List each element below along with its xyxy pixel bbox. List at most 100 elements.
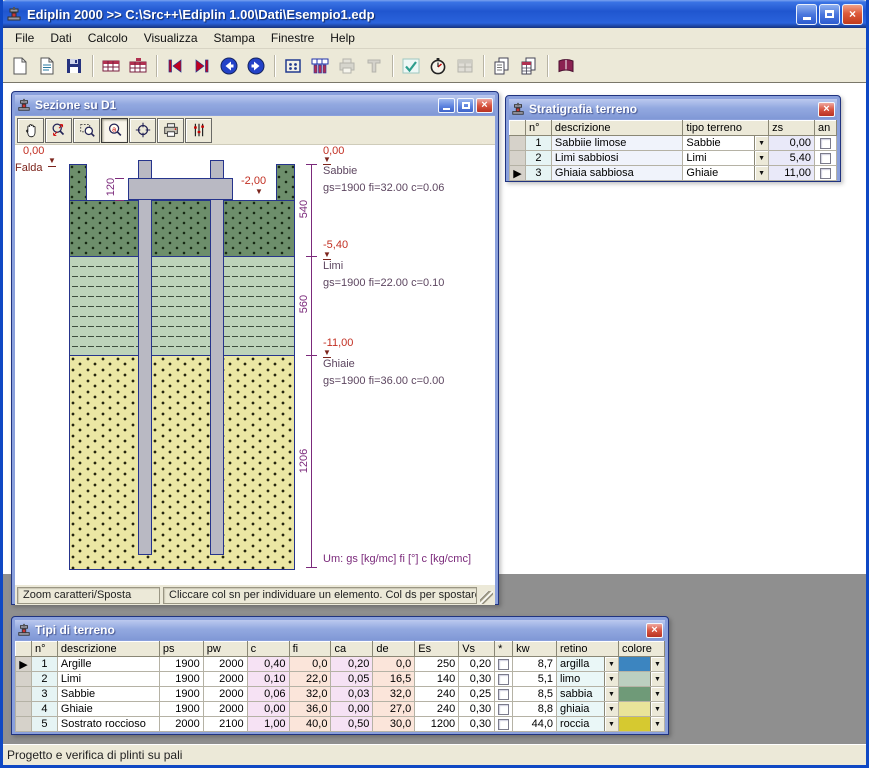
help-button[interactable]: [553, 53, 579, 79]
sezione-maximize-button[interactable]: [457, 98, 474, 113]
cell-Es[interactable]: 140: [415, 672, 459, 687]
cell-ca[interactable]: 0,00: [331, 702, 373, 717]
verifica-button[interactable]: [398, 53, 424, 79]
cell-colore[interactable]: ▼: [618, 687, 664, 702]
cell-descrizione[interactable]: Ghiaie: [57, 702, 159, 717]
cell-kw[interactable]: 8,8: [513, 702, 557, 717]
cell-colore[interactable]: ▼: [618, 717, 664, 732]
stampa-button[interactable]: [334, 53, 360, 79]
tool-zoom-finestra[interactable]: [73, 118, 100, 143]
dropdown-button[interactable]: ▼: [754, 136, 768, 150]
cell-pw[interactable]: 2000: [203, 672, 247, 687]
maximize-button[interactable]: [819, 4, 840, 25]
cell-pw[interactable]: 2000: [203, 657, 247, 672]
cell-colore[interactable]: ▼: [618, 702, 664, 717]
cell-Vs[interactable]: 0,30: [459, 702, 495, 717]
cell-descrizione[interactable]: Sostrato roccioso: [57, 717, 159, 732]
checkbox[interactable]: [498, 689, 509, 700]
cell-ca[interactable]: 0,20: [331, 657, 373, 672]
close-button[interactable]: ×: [842, 4, 863, 25]
stratigrafia-titlebar[interactable]: Stratigrafia terreno ×: [509, 99, 837, 119]
menu-dati[interactable]: Dati: [42, 29, 79, 47]
cell-fi[interactable]: 36,0: [289, 702, 331, 717]
menu-file[interactable]: File: [7, 29, 42, 47]
cell-Vs[interactable]: 0,30: [459, 672, 495, 687]
cell-tipo-terreno[interactable]: Sabbie▼: [683, 136, 769, 151]
dropdown-button[interactable]: ▼: [604, 702, 618, 716]
cell-zs[interactable]: 5,40: [769, 151, 815, 166]
cell-ps[interactable]: 1900: [159, 672, 203, 687]
cell-retino[interactable]: roccia▼: [557, 717, 619, 732]
indietro-button[interactable]: [216, 53, 242, 79]
cell-descrizione[interactable]: Ghiaia sabbiosa: [551, 166, 683, 181]
dati-elementi-button[interactable]: [125, 53, 151, 79]
resize-grip[interactable]: [480, 591, 493, 604]
cell-n[interactable]: 5: [31, 717, 57, 732]
tabulati-button[interactable]: [516, 53, 542, 79]
primo-elemento-button[interactable]: [162, 53, 188, 79]
dropdown-button[interactable]: ▼: [650, 657, 664, 671]
dati-generali-button[interactable]: [98, 53, 124, 79]
plinto-button[interactable]: [280, 53, 306, 79]
sezione-minimize-button[interactable]: [438, 98, 455, 113]
cell-Vs[interactable]: 0,30: [459, 717, 495, 732]
cell-star[interactable]: [495, 702, 513, 717]
open-document-button[interactable]: [34, 53, 60, 79]
menu-stampa[interactable]: Stampa: [206, 29, 263, 47]
cell-zs[interactable]: 11,00: [769, 166, 815, 181]
tool-stampa[interactable]: [157, 118, 184, 143]
dropdown-button[interactable]: ▼: [650, 717, 664, 731]
cell-an[interactable]: [815, 136, 837, 151]
menu-calcolo[interactable]: Calcolo: [80, 29, 136, 47]
tipi-titlebar[interactable]: Tipi di terreno ×: [15, 620, 665, 640]
testi-button[interactable]: [361, 53, 387, 79]
cell-pw[interactable]: 2100: [203, 717, 247, 732]
tool-pan-hand[interactable]: [17, 118, 44, 143]
cell-de[interactable]: 0,0: [373, 657, 415, 672]
cell-star[interactable]: [495, 687, 513, 702]
menu-finestre[interactable]: Finestre: [263, 29, 322, 47]
cell-c[interactable]: 0,10: [247, 672, 289, 687]
cell-kw[interactable]: 8,5: [513, 687, 557, 702]
cell-ps[interactable]: 1900: [159, 687, 203, 702]
cell-fi[interactable]: 32,0: [289, 687, 331, 702]
checkbox[interactable]: [820, 168, 831, 179]
cell-n[interactable]: 1: [525, 136, 551, 151]
dropdown-button[interactable]: ▼: [650, 702, 664, 716]
cell-c[interactable]: 0,00: [247, 702, 289, 717]
cell-descrizione[interactable]: Argille: [57, 657, 159, 672]
cell-ca[interactable]: 0,05: [331, 672, 373, 687]
cell-star[interactable]: [495, 717, 513, 732]
checkbox[interactable]: [820, 138, 831, 149]
cell-ps[interactable]: 1900: [159, 702, 203, 717]
checkbox[interactable]: [498, 659, 509, 670]
cell-descrizione[interactable]: Limi: [57, 672, 159, 687]
tool-zoom-dinamico[interactable]: [45, 118, 72, 143]
cell-ps[interactable]: 1900: [159, 657, 203, 672]
cell-tipo-terreno[interactable]: Limi▼: [683, 151, 769, 166]
cell-de[interactable]: 30,0: [373, 717, 415, 732]
dropdown-button[interactable]: ▼: [650, 687, 664, 701]
dropdown-button[interactable]: ▼: [604, 687, 618, 701]
menu-help[interactable]: Help: [322, 29, 363, 47]
checkbox[interactable]: [498, 704, 509, 715]
checkbox[interactable]: [498, 674, 509, 685]
risultati-button[interactable]: [452, 53, 478, 79]
dropdown-button[interactable]: ▼: [754, 166, 768, 180]
cell-c[interactable]: 0,40: [247, 657, 289, 672]
cell-Vs[interactable]: 0,20: [459, 657, 495, 672]
tipi-close-button[interactable]: ×: [646, 623, 663, 638]
cell-Es[interactable]: 240: [415, 687, 459, 702]
cell-Es[interactable]: 250: [415, 657, 459, 672]
dropdown-button[interactable]: ▼: [604, 672, 618, 686]
dropdown-button[interactable]: ▼: [604, 717, 618, 731]
cell-n[interactable]: 4: [31, 702, 57, 717]
menu-visualizza[interactable]: Visualizza: [136, 29, 206, 47]
cell-c[interactable]: 0,06: [247, 687, 289, 702]
calcolo-button[interactable]: [425, 53, 451, 79]
cell-retino[interactable]: limo▼: [557, 672, 619, 687]
dropdown-button[interactable]: ▼: [754, 151, 768, 165]
cell-retino[interactable]: ghiaia▼: [557, 702, 619, 717]
cell-tipo-terreno[interactable]: Ghiaie▼: [683, 166, 769, 181]
sezione-close-button[interactable]: ×: [476, 98, 493, 113]
